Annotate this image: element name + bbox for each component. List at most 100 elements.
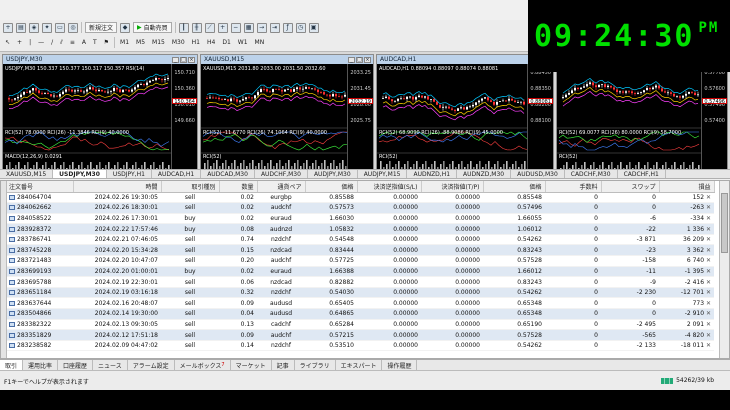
text-tool-icon[interactable]: A <box>80 39 88 46</box>
table-row[interactable]: 283351829 2024.02.12 17:51:18 sell 0.09 audc… <box>7 329 714 341</box>
chart-tab[interactable]: XAUUSD,M15 <box>0 170 54 178</box>
terminal-icon[interactable]: ▭ <box>55 22 65 33</box>
chart-shift-icon[interactable]: ⇥ <box>269 22 280 33</box>
table-row[interactable]: 283637644 2024.02.16 20:48:07 sell 0.09 audu… <box>7 297 714 310</box>
tile-windows-icon[interactable]: ▦ <box>243 22 254 33</box>
table-row[interactable]: 284062662 2024.02.26 18:30:01 sell 0.02 audc… <box>7 202 714 214</box>
minimize-icon[interactable]: _ <box>348 56 355 63</box>
tester-icon[interactable]: ◎ <box>68 22 78 33</box>
close-order-icon[interactable]: ✕ <box>706 342 711 349</box>
chart-tab[interactable]: AUDCAD,H1 <box>152 170 202 178</box>
bar-chart-icon[interactable]: ┃ <box>178 22 189 33</box>
scrollbar-thumb[interactable] <box>721 193 728 253</box>
chart-tab[interactable]: AUDCAD,M30 <box>201 170 255 178</box>
terminal-tab[interactable]: 取引 <box>0 360 24 370</box>
timeframe-w1[interactable]: W1 <box>236 39 250 46</box>
price-chart[interactable] <box>377 64 528 170</box>
table-row[interactable]: 283745228 2024.02.20 15:34:28 sell 0.15 nzdc… <box>7 244 714 257</box>
close-order-icon[interactable]: ✕ <box>706 279 711 286</box>
table-row[interactable]: 283699193 2024.02.20 01:00:01 buy 0.02 eurau… <box>7 266 714 278</box>
table-row[interactable]: 283721483 2024.02.20 10:47:07 sell 0.20 audc… <box>7 255 714 267</box>
table-row[interactable]: 283651184 2024.02.19 03:16:18 sell 0.32 nzdc… <box>7 287 714 299</box>
close-order-icon[interactable]: ✕ <box>706 226 711 233</box>
crosshair-icon[interactable]: + <box>15 39 24 46</box>
arrow-tool-icon[interactable]: ⚑ <box>102 39 111 46</box>
column-header[interactable]: 決済逆指値(S/L) <box>357 181 422 193</box>
close-order-icon[interactable]: ✕ <box>706 257 711 264</box>
new-chart-icon[interactable]: + <box>3 22 13 33</box>
close-order-icon[interactable]: ✕ <box>706 215 711 222</box>
price-chart[interactable] <box>557 64 702 170</box>
close-icon[interactable]: × <box>364 56 371 63</box>
chart-tab[interactable]: AUDNZD,H1 <box>407 170 458 178</box>
fibo-icon[interactable]: ≡ <box>68 39 77 46</box>
channel-icon[interactable]: ⫽ <box>58 39 65 47</box>
table-row[interactable]: 283695788 2024.02.19 22:30:01 sell 0.06 nzdc… <box>7 276 714 288</box>
timeframe-mn[interactable]: MN <box>253 39 267 46</box>
vertical-scrollbar[interactable] <box>719 181 729 358</box>
trendline-icon[interactable]: / <box>49 39 55 46</box>
table-row[interactable]: 284058522 2024.02.26 17:30:01 buy 0.02 eurau… <box>7 213 714 225</box>
timeframe-m5[interactable]: M5 <box>134 39 147 46</box>
close-order-icon[interactable]: ✕ <box>706 332 711 339</box>
chart-tab[interactable]: AUDJPY,M30 <box>308 170 358 178</box>
column-header[interactable]: 決済指値(T/P) <box>421 181 484 193</box>
column-header[interactable]: 価格 <box>483 181 546 193</box>
minimize-icon[interactable]: _ <box>172 56 179 63</box>
column-header[interactable]: 取引種別 <box>161 181 220 193</box>
timeframe-m1[interactable]: M1 <box>118 39 131 46</box>
meta-editor-icon[interactable]: ◆ <box>120 22 131 33</box>
profiles-icon[interactable]: ▤ <box>16 22 26 33</box>
timeframe-d1[interactable]: D1 <box>220 39 232 46</box>
close-order-icon[interactable]: ✕ <box>706 321 711 328</box>
column-header[interactable]: スワップ <box>601 181 660 193</box>
candlestick-icon[interactable]: ╫ <box>191 22 202 33</box>
table-row[interactable]: 283504866 2024.02.14 19:30:00 sell 0.04 audu… <box>7 308 714 320</box>
column-header[interactable]: 手数料 <box>545 181 602 193</box>
terminal-tab[interactable]: ライブラリ <box>295 360 336 370</box>
table-row[interactable]: 283928372 2024.02.22 17:57:46 buy 0.08 audnz… <box>7 223 714 235</box>
market-watch-icon[interactable]: ◈ <box>29 22 39 33</box>
close-order-icon[interactable]: ✕ <box>706 289 711 296</box>
column-header[interactable]: 損益 <box>659 181 715 193</box>
table-row[interactable]: 283786741 2024.02.21 07:46:05 sell 0.74 nzdc… <box>7 234 714 246</box>
column-header[interactable]: 数量 <box>219 181 258 193</box>
column-header[interactable]: 注文番号 <box>7 181 74 193</box>
column-header[interactable]: 時間 <box>73 181 162 193</box>
close-icon[interactable]: × <box>188 56 195 63</box>
terminal-tab[interactable]: ニュース <box>93 360 128 370</box>
terminal-tab[interactable]: アラーム設定 <box>128 360 175 370</box>
auto-trading-button[interactable]: ▶ 自動売買 <box>133 22 172 33</box>
indicators-icon[interactable]: ƒ <box>282 22 293 33</box>
chart-tab[interactable]: AUDNZD,M30 <box>457 170 512 178</box>
column-header[interactable]: 通貨ペア <box>257 181 306 193</box>
table-row[interactable]: 284064704 2024.02.26 19:30:05 sell 0.02 eurg… <box>7 192 714 204</box>
timeframe-h1[interactable]: H1 <box>190 39 202 46</box>
zoom-in-icon[interactable]: + <box>217 22 228 33</box>
navigator-icon[interactable]: ✦ <box>42 22 52 33</box>
line-chart-icon[interactable]: ⟋ <box>204 22 215 33</box>
autoscroll-icon[interactable]: → <box>256 22 267 33</box>
chart-tab[interactable]: USDJPY,H1 <box>107 170 152 178</box>
vertical-line-icon[interactable]: | <box>27 39 33 46</box>
terminal-tab[interactable]: 運用比率 <box>23 360 59 370</box>
close-order-icon[interactable]: ✕ <box>706 236 711 243</box>
chart-tab[interactable]: AUDUSD,M30 <box>511 170 565 178</box>
chart-tab[interactable]: AUDCHF,M30 <box>255 170 308 178</box>
chart-tab[interactable]: USDJPY,M30 <box>53 170 107 178</box>
timeframe-m30[interactable]: M30 <box>170 39 187 46</box>
maximize-icon[interactable]: □ <box>356 56 363 63</box>
timeframe-h4[interactable]: H4 <box>205 39 217 46</box>
terminal-tab[interactable]: 操作履歴 <box>382 360 418 370</box>
chart-tab[interactable]: CADCHF,H1 <box>618 170 666 178</box>
new-order-button[interactable]: 新規注文 <box>85 22 118 33</box>
table-row[interactable]: 283238582 2024.02.09 04:47:02 sell 0.14 nzdc… <box>7 340 714 352</box>
horizontal-line-icon[interactable]: — <box>36 39 46 46</box>
chart-tab[interactable]: CADCHF,M30 <box>565 170 618 178</box>
maximize-icon[interactable]: □ <box>180 56 187 63</box>
close-order-icon[interactable]: ✕ <box>706 310 711 317</box>
zoom-out-icon[interactable]: − <box>230 22 241 33</box>
period-icon[interactable]: ◷ <box>295 22 306 33</box>
table-row[interactable]: 283382322 2024.02.13 09:30:05 sell 0.13 cadc… <box>7 319 714 331</box>
terminal-tab[interactable]: エキスパート <box>336 360 383 370</box>
